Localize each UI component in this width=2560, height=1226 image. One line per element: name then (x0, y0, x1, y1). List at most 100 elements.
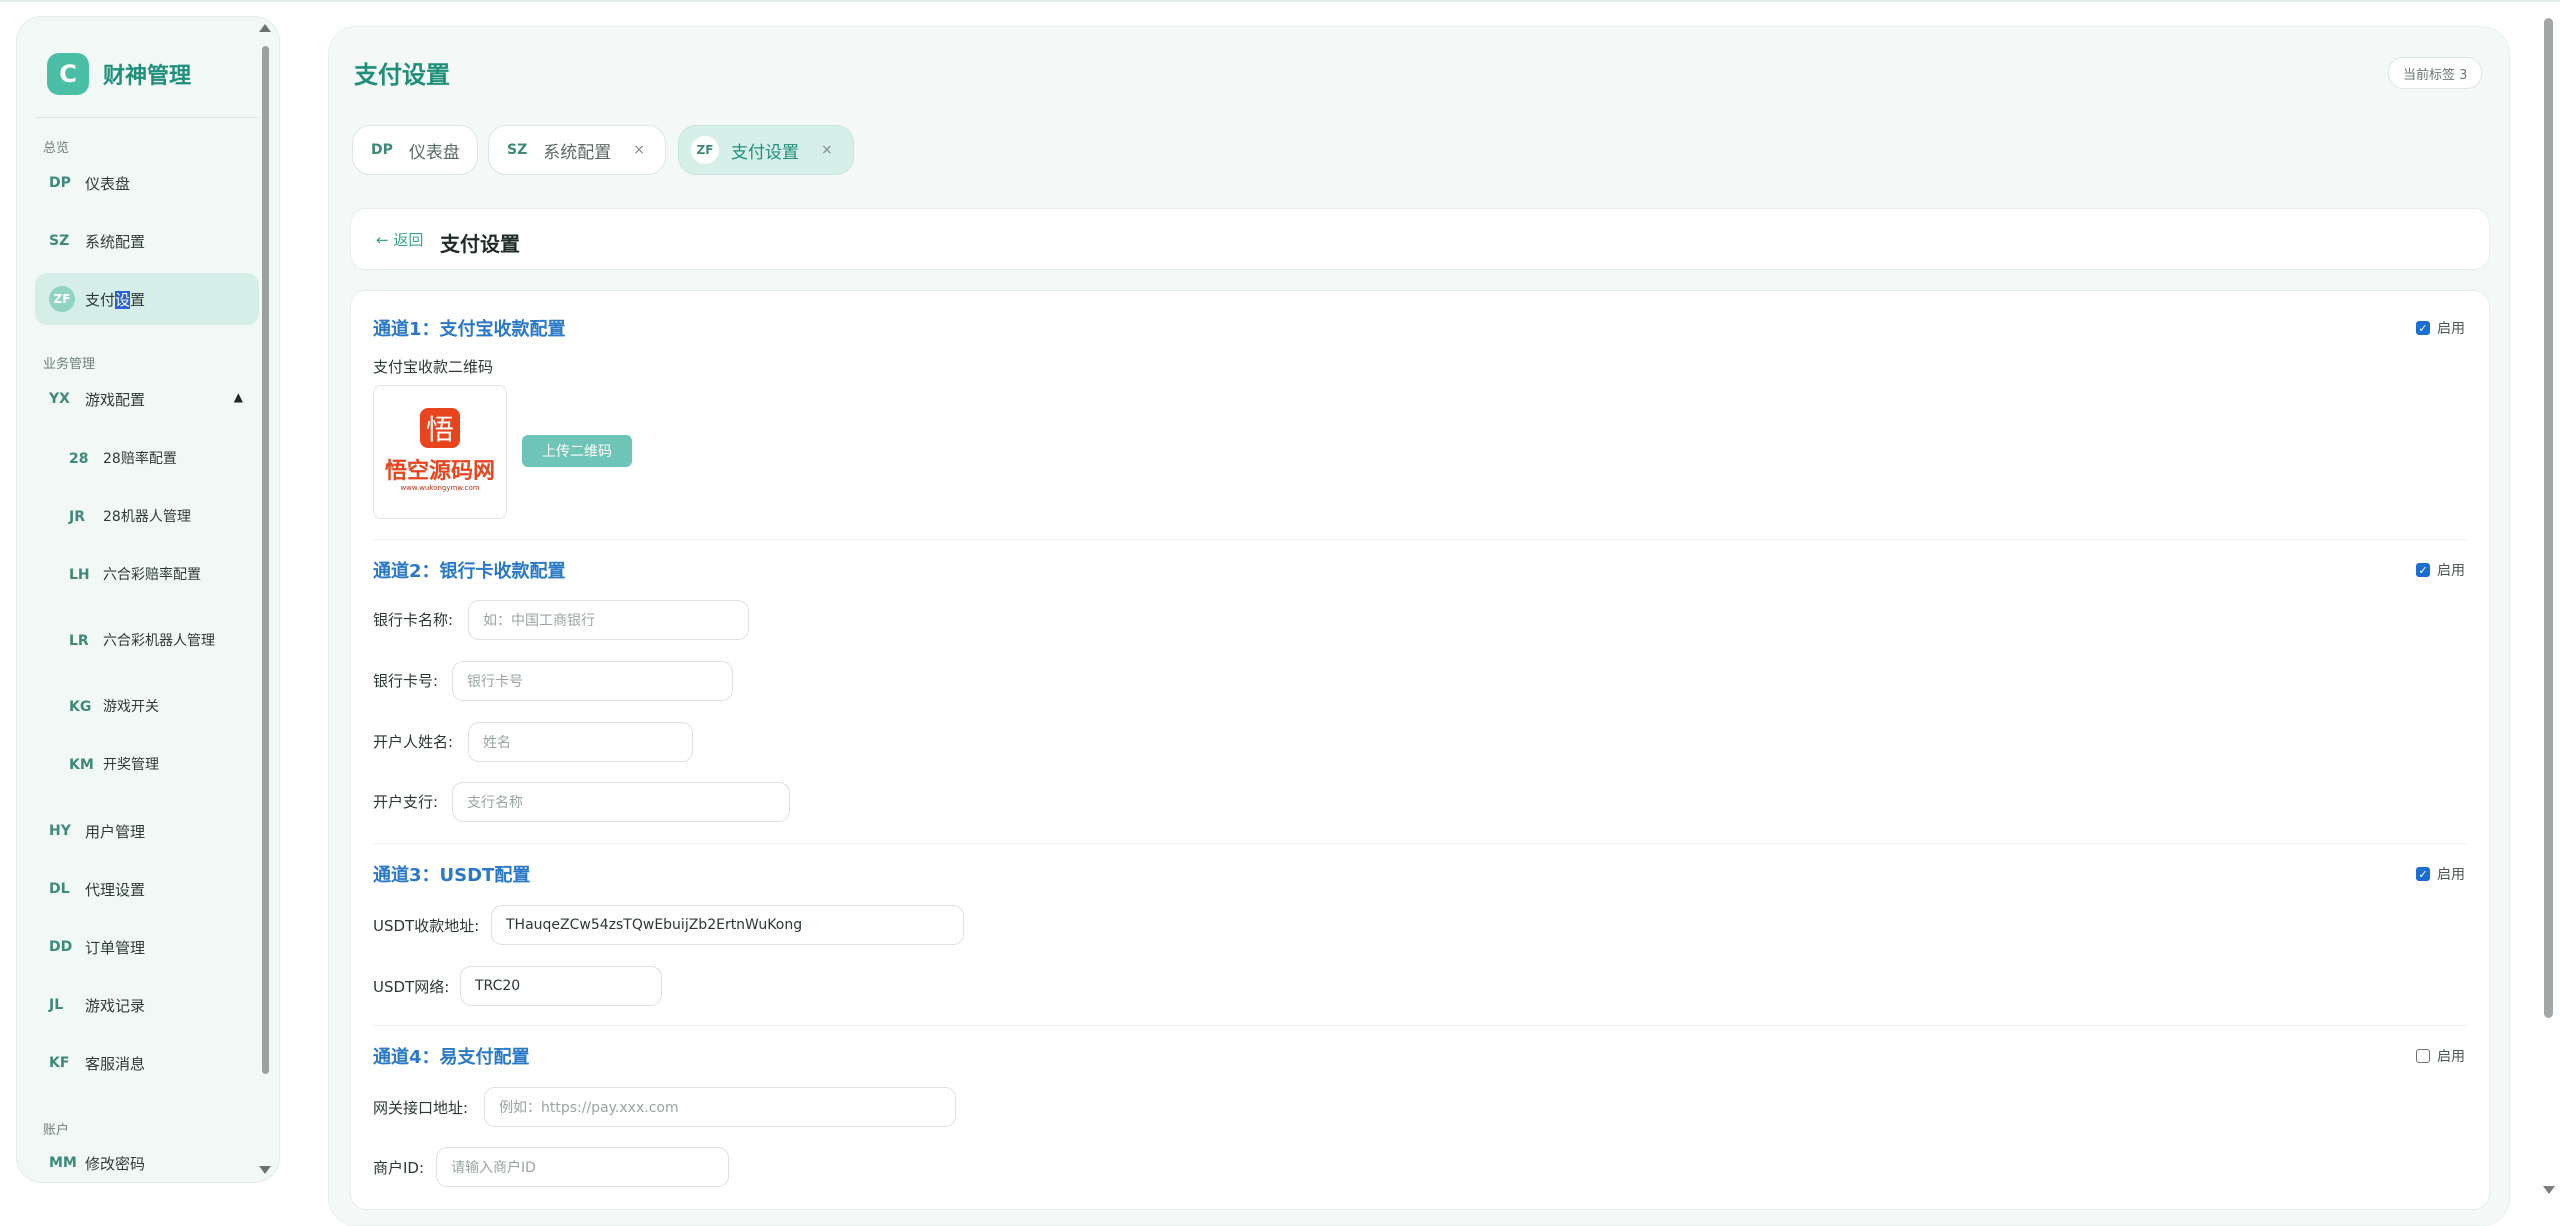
bank-name-label: 银行卡名称: (373, 611, 454, 629)
account-holder-input[interactable]: 姓名 (468, 722, 693, 762)
divider (373, 843, 2467, 844)
alipay-enable-toggle[interactable]: ✓ 启用 (2416, 318, 2465, 338)
enable-label: 启用 (2437, 321, 2465, 337)
sidebar-item-payment-settings[interactable]: ZF 支付设置 (35, 273, 259, 325)
nav-abbr-icon: HY (49, 823, 71, 839)
sidebar-item-label: 客服消息 (85, 1054, 146, 1073)
scroll-up-arrow-icon[interactable] (259, 24, 271, 32)
sidebar-subitem-28-odds[interactable]: 28 28赔率配置 (69, 437, 259, 481)
channel-title-usdt: 通道3：USDT配置 (373, 865, 531, 886)
tab-abbr-icon: DP (371, 142, 393, 158)
tab-abbr-icon: ZF (691, 136, 719, 164)
checkbox-unchecked-icon[interactable] (2416, 1049, 2430, 1063)
sidebar-item-label: 游戏开关 (103, 698, 159, 715)
nav-abbr-icon: YX (49, 391, 70, 407)
upload-qr-button[interactable]: 上传二维码 (522, 435, 632, 467)
tab-label: 系统配置 (543, 142, 612, 163)
merchant-id-input[interactable]: 请输入商户ID (436, 1147, 729, 1187)
sidebar-item-label: 游戏记录 (85, 996, 146, 1015)
sidebar-item-label: 系统配置 (85, 232, 146, 251)
enable-label: 启用 (2437, 867, 2465, 883)
sidebar-subitem-28-robot[interactable]: JR 28机器人管理 (69, 495, 259, 539)
text-selection: 设 (115, 290, 131, 309)
checkbox-checked-icon[interactable]: ✓ (2416, 867, 2430, 881)
close-icon[interactable]: × (821, 142, 833, 158)
back-link[interactable]: ← 返回 (376, 229, 423, 250)
scroll-down-arrow-icon[interactable] (2543, 1186, 2555, 1194)
sidebar-subitem-lottery-robot[interactable]: LR 六合彩机器人管理 (69, 619, 249, 663)
bank-branch-input[interactable]: 支行名称 (452, 782, 790, 822)
usdt-network-input[interactable]: TRC20 (460, 966, 662, 1006)
bank-card-number-label: 银行卡号: (373, 672, 439, 690)
qr-site-name: 悟空源码网 (385, 458, 495, 484)
merchant-id-label: 商户ID: (373, 1159, 425, 1177)
tab-system-config[interactable]: SZ 系统配置 × (488, 125, 666, 175)
nav-abbr-icon: KG (69, 699, 92, 715)
nav-abbr-icon: DP (49, 175, 71, 191)
nav-abbr-icon: ZF (49, 286, 75, 312)
sidebar-item-users[interactable]: HY 用户管理 (35, 805, 259, 857)
nav-abbr-icon: DL (49, 881, 70, 897)
sidebar-item-support-messages[interactable]: KF 客服消息 (35, 1037, 259, 1089)
bank-name-input[interactable]: 如：中国工商银行 (468, 600, 749, 640)
page-title: 支付设置 (354, 61, 450, 89)
sidebar-item-label: 支付设置 (85, 289, 145, 310)
sidebar-subitem-game-switch[interactable]: KG 游戏开关 (69, 685, 259, 729)
sidebar-item-system-config[interactable]: SZ 系统配置 (35, 215, 259, 267)
nav-abbr-icon: 28 (69, 451, 89, 467)
enable-label: 启用 (2437, 563, 2465, 579)
page-header-card (350, 208, 2490, 270)
scroll-down-arrow-icon[interactable] (259, 1166, 271, 1174)
enable-label: 启用 (2437, 1049, 2465, 1065)
usdt-enable-toggle[interactable]: ✓ 启用 (2416, 864, 2465, 884)
brand[interactable]: C 财神管理 (47, 52, 191, 96)
channel-title-easypay: 通道4：易支付配置 (373, 1047, 530, 1068)
sidebar-subitem-draw-management[interactable]: KM 开奖管理 (69, 743, 259, 787)
checkbox-checked-icon[interactable]: ✓ (2416, 321, 2430, 335)
usdt-network-label: USDT网络: (373, 978, 450, 996)
nav-abbr-icon: JR (69, 509, 85, 525)
usdt-address-input[interactable]: THauqeZCw54zsTQwEbuijZb2ErtnWuKong (491, 905, 964, 945)
usdt-address-label: USDT收款地址: (373, 917, 480, 935)
sidebar-item-game-config[interactable]: YX 游戏配置 ▲ (35, 373, 259, 425)
qr-logo-char: 悟 (426, 413, 454, 446)
nav-abbr-icon: KF (49, 1055, 70, 1071)
sidebar-item-label: 用户管理 (85, 822, 146, 841)
top-border (0, 0, 2560, 2)
brand-name: 财神管理 (103, 64, 192, 89)
sidebar-scrollbar-thumb[interactable] (262, 46, 269, 1074)
close-icon[interactable]: × (633, 142, 645, 158)
sidebar-item-orders[interactable]: DD 订单管理 (35, 921, 259, 973)
sidebar-item-game-records[interactable]: JL 游戏记录 (35, 979, 259, 1031)
nav-abbr-icon: DD (49, 939, 73, 955)
sidebar-item-label: 28机器人管理 (103, 508, 191, 525)
bank-card-number-input[interactable]: 银行卡号 (452, 661, 733, 701)
section-label-business: 业务管理 (43, 357, 96, 372)
nav-abbr-icon: MM (49, 1155, 77, 1171)
tab-dashboard[interactable]: DP 仪表盘 (352, 125, 478, 175)
sidebar-item-dashboard[interactable]: DP 仪表盘 (35, 157, 259, 209)
sidebar-item-label: 游戏配置 (85, 390, 146, 409)
page-scrollbar-thumb[interactable] (2544, 18, 2553, 1018)
bank-branch-label: 开户支行: (373, 793, 439, 811)
gateway-url-input[interactable]: 例如：https://pay.xxx.com (484, 1087, 956, 1127)
sidebar-item-label: 修改密码 (85, 1154, 146, 1173)
collapse-caret-icon[interactable]: ▲ (234, 390, 243, 404)
bank-enable-toggle[interactable]: ✓ 启用 (2416, 560, 2465, 580)
checkbox-checked-icon[interactable]: ✓ (2416, 563, 2430, 577)
tab-count-badge: 当前标签 3 (2388, 57, 2483, 89)
sidebar-item-agents[interactable]: DL 代理设置 (35, 863, 259, 915)
qr-site-url: www.wukongymw.com (400, 484, 479, 492)
section-label-overview: 总览 (43, 141, 70, 156)
easypay-enable-toggle[interactable]: 启用 (2416, 1046, 2465, 1066)
nav-abbr-icon: JL (49, 997, 64, 1013)
divider (373, 1025, 2467, 1026)
channel-title-bank: 通道2：银行卡收款配置 (373, 561, 566, 582)
brand-logo: C (47, 53, 89, 95)
sidebar-subitem-lottery-odds[interactable]: LH 六合彩赔率配置 (69, 553, 259, 597)
sidebar-item-change-password[interactable]: MM 修改密码 (35, 1137, 259, 1182)
tab-payment-settings[interactable]: ZF 支付设置 × (678, 125, 854, 175)
gateway-url-label: 网关接口地址: (373, 1099, 469, 1117)
sidebar-item-label: 六合彩机器人管理 (103, 632, 215, 649)
nav-abbr-icon: KM (69, 757, 94, 773)
